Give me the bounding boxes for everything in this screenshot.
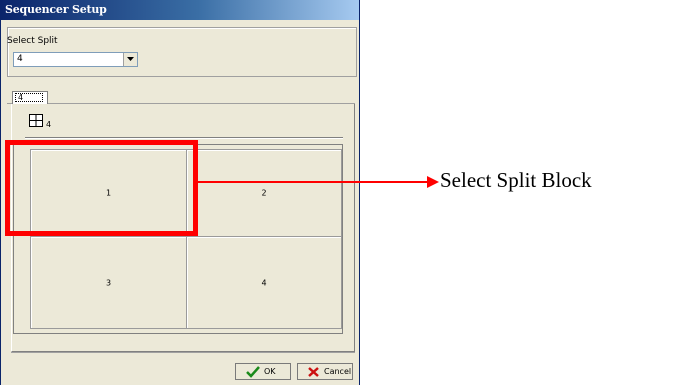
window-title: Sequencer Setup bbox=[5, 3, 107, 16]
split-grid-icon bbox=[29, 114, 43, 127]
split-block-2[interactable]: 2 bbox=[186, 149, 342, 237]
cancel-button[interactable]: Cancel bbox=[297, 363, 353, 380]
arrow-head-icon bbox=[427, 176, 439, 188]
separator bbox=[25, 137, 343, 139]
split-block-4[interactable]: 4 bbox=[186, 236, 342, 329]
cancel-label: Cancel bbox=[324, 367, 352, 376]
close-icon bbox=[308, 367, 319, 377]
chevron-down-icon bbox=[127, 57, 134, 61]
split-block-label: 2 bbox=[261, 188, 267, 198]
ok-label: OK bbox=[264, 367, 276, 376]
split-block-3[interactable]: 3 bbox=[30, 236, 187, 329]
select-split-value: 4 bbox=[17, 54, 23, 64]
split-block-label: 3 bbox=[105, 278, 112, 287]
split-count-label: 4 bbox=[46, 120, 52, 129]
annotation-arrow-line bbox=[197, 181, 434, 183]
ok-button[interactable]: OK bbox=[235, 363, 291, 380]
tab-label: 4 bbox=[15, 93, 43, 102]
tab-4[interactable]: 4 bbox=[12, 91, 48, 104]
title-bar: Sequencer Setup bbox=[1, 0, 359, 20]
dropdown-button[interactable] bbox=[123, 53, 137, 66]
annotation-text: Select Split Block bbox=[440, 168, 592, 192]
select-split-label: Select Split bbox=[7, 36, 58, 46]
footer-divider bbox=[11, 352, 355, 353]
highlight-box bbox=[5, 140, 198, 236]
select-split-dropdown[interactable]: 4 bbox=[13, 52, 138, 67]
checkmark-icon bbox=[246, 366, 260, 378]
split-block-label: 4 bbox=[261, 278, 267, 287]
